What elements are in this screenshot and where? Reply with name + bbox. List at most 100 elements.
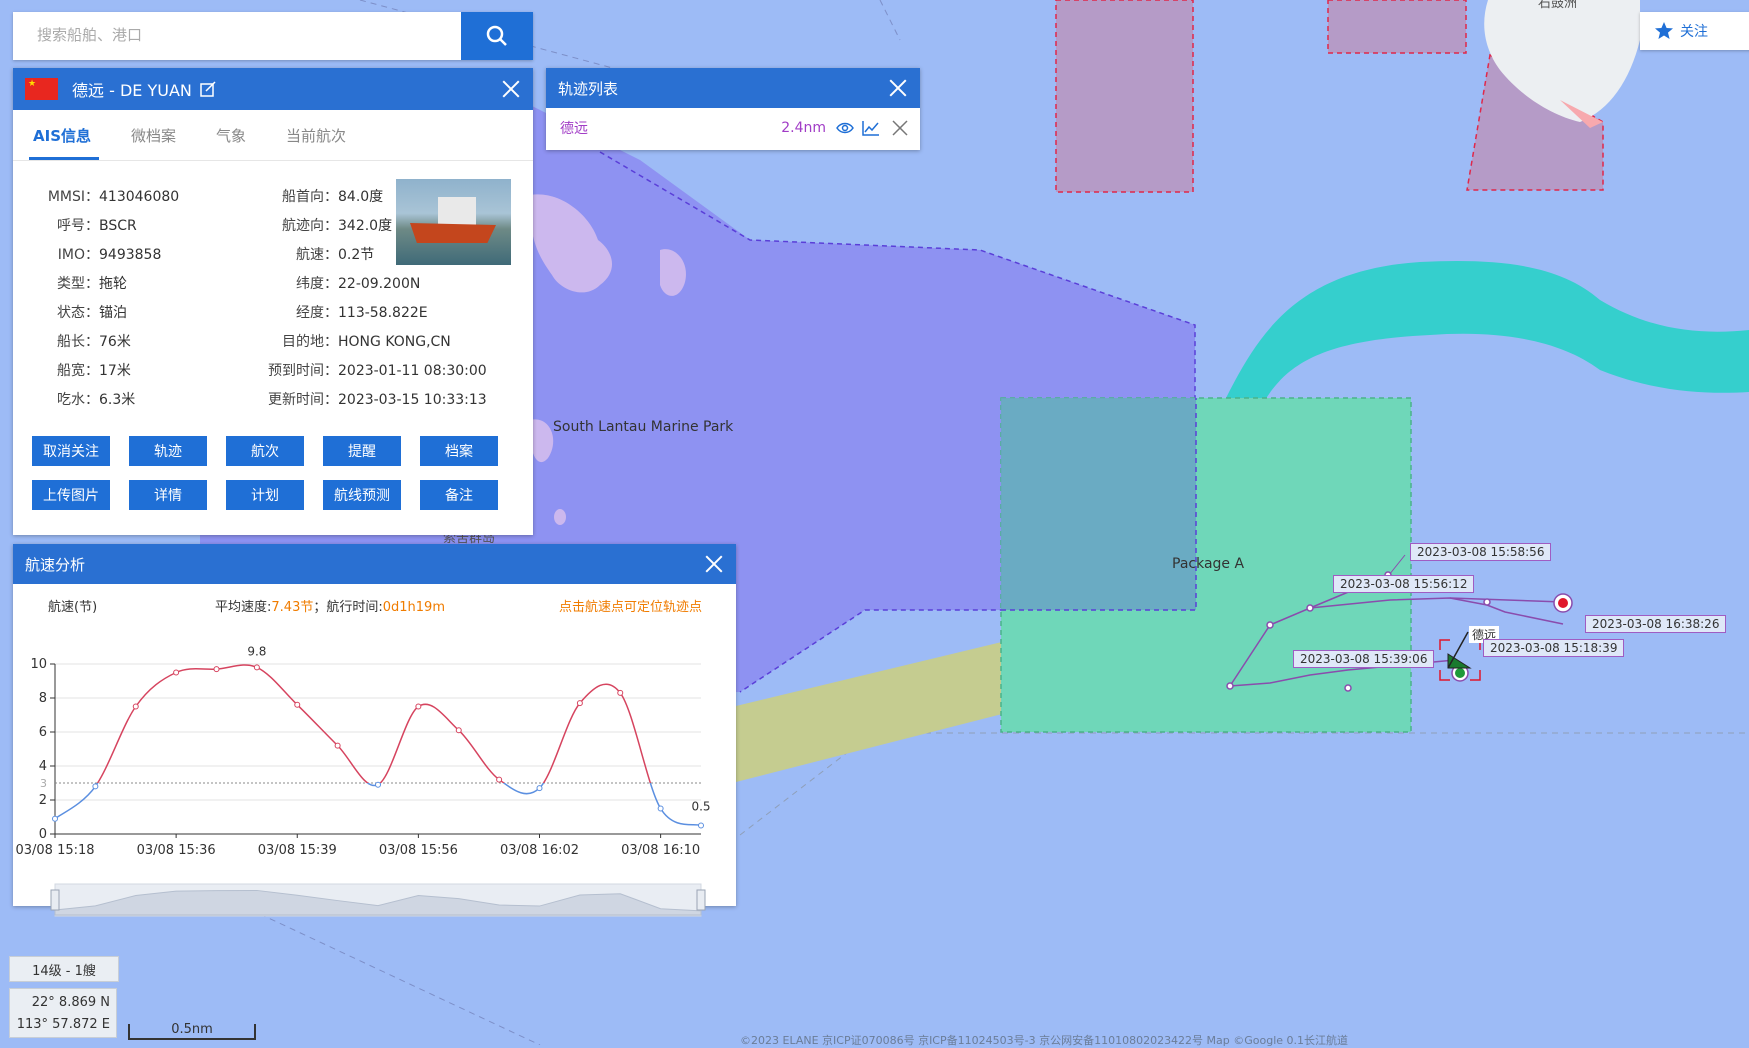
speed-point[interactable]: [576, 700, 583, 707]
heading-value: 84.0度: [338, 189, 384, 205]
field-label: 吃水：: [57, 392, 99, 408]
restricted-zone: [1327, 0, 1467, 54]
tab-ais-info[interactable]: AIS信息: [29, 110, 99, 160]
track-time-label[interactable]: 2023-03-08 16:38:26: [1585, 615, 1727, 633]
speed-chart[interactable]: 0 2 4 6 8 10 3 03/08 15:18 03/08 15:36 03/08 15:3…: [13, 624, 736, 946]
package-a-overlap: [1001, 398, 1196, 610]
speed-value: 0.2节: [338, 247, 375, 263]
speed-point[interactable]: [496, 776, 503, 783]
close-icon[interactable]: [888, 78, 908, 98]
speed-point[interactable]: [617, 689, 624, 696]
x-tick-label: 03/08 15:56: [379, 843, 458, 858]
route-prediction-button[interactable]: 航线预测: [323, 480, 401, 510]
mmsi-value: 413046080: [99, 189, 180, 205]
field-label: 经度：: [296, 305, 338, 321]
zoom-slider-handle[interactable]: [696, 889, 706, 911]
place-label-top: 石鼓洲: [1538, 0, 1578, 11]
speed-point[interactable]: [698, 822, 704, 829]
x-tick-label: 03/08 16:02: [500, 843, 579, 858]
track-time-label[interactable]: 2023-03-08 15:58:56: [1410, 543, 1552, 561]
speed-analysis-panel: 航速分析 航速(节) 平均速度:7.43节；航行时间:0d1h19m 点击航速点…: [13, 544, 736, 917]
chart-ylabel: 航速(节): [48, 600, 98, 615]
track-list-title: 轨迹列表: [558, 79, 619, 98]
speed-point[interactable]: [52, 815, 58, 822]
scale-bar: 0.5nm: [128, 1023, 256, 1040]
tab-weather[interactable]: 气象: [216, 110, 246, 160]
speed-point[interactable]: [294, 701, 301, 708]
length-value: 76米: [99, 334, 131, 350]
tab-micro-archive[interactable]: 微档案: [131, 110, 176, 160]
search-button[interactable]: [461, 12, 533, 60]
speed-point[interactable]: [173, 669, 180, 676]
beam-value: 17米: [99, 363, 131, 379]
field-label: 航速：: [296, 247, 338, 263]
ship-info-panel: 德远 - DE YUAN AIS信息 微档案 气象 当前航次 MMSI：4130…: [13, 68, 533, 535]
lat-value: 22-09.200N: [338, 276, 421, 292]
china-flag-icon: [25, 78, 58, 100]
speed-line: [96, 664, 652, 783]
field-label: 船宽：: [57, 363, 99, 379]
field-label: 航迹向：: [282, 218, 338, 234]
imo-value: 9493858: [99, 247, 162, 263]
upload-photo-button[interactable]: 上传图片: [32, 480, 110, 510]
close-icon[interactable]: [892, 120, 908, 136]
speed-point[interactable]: [253, 664, 260, 671]
eye-icon[interactable]: [836, 121, 854, 135]
zoom-slider-handle[interactable]: [50, 889, 60, 911]
speed-point[interactable]: [536, 785, 543, 792]
search-icon: [486, 25, 507, 46]
island: [554, 509, 566, 525]
summary-separator: ；: [313, 600, 327, 615]
ais-info: MMSI：413046080 呼号：BSCR IMO：9493858 类型：拖轮…: [13, 161, 533, 419]
speed-point[interactable]: [92, 783, 99, 790]
field-label: 类型：: [57, 276, 99, 292]
details-button[interactable]: 详情: [129, 480, 207, 510]
speed-point[interactable]: [657, 805, 664, 812]
lon-value: 113-58.822E: [338, 305, 428, 321]
edit-icon[interactable]: [200, 81, 216, 97]
follow-button[interactable]: 关注: [1640, 12, 1749, 50]
track-button[interactable]: 轨迹: [129, 436, 207, 466]
speed-point[interactable]: [415, 703, 422, 710]
speed-point[interactable]: [213, 666, 220, 673]
notes-button[interactable]: 备注: [420, 480, 498, 510]
track-time-label[interactable]: 2023-03-08 15:39:06: [1293, 650, 1435, 668]
close-icon[interactable]: [704, 554, 724, 574]
reminder-button[interactable]: 提醒: [323, 436, 401, 466]
end-value-label: 0.5: [691, 800, 710, 814]
course-value: 342.0度: [338, 218, 393, 234]
draft-value: 6.3米: [99, 392, 136, 408]
eta-value: 2023-01-11 08:30:00: [338, 363, 487, 379]
unfollow-button[interactable]: 取消关注: [32, 436, 110, 466]
close-icon[interactable]: [501, 79, 521, 99]
tab-current-voyage[interactable]: 当前航次: [286, 110, 346, 160]
speed-point[interactable]: [455, 727, 462, 734]
archive-button[interactable]: 档案: [420, 436, 498, 466]
field-label: 呼号：: [57, 218, 99, 234]
speed-point[interactable]: [132, 703, 139, 710]
speed-analysis-title: 航速分析: [25, 555, 86, 574]
track-list-panel: 轨迹列表 德远 2.4nm: [546, 68, 920, 150]
track-time-label[interactable]: 2023-03-08 15:56:12: [1333, 575, 1475, 593]
search-bar: [13, 12, 533, 60]
voyage-button[interactable]: 航次: [226, 436, 304, 466]
chart-hint: 点击航速点可定位轨迹点: [558, 600, 702, 615]
field-label: 预到时间：: [268, 363, 338, 379]
track-time-label[interactable]: 2023-03-08 15:18:39: [1483, 639, 1625, 657]
x-tick-label: 03/08 15:36: [137, 843, 216, 858]
track-ship-name: 德远: [560, 121, 588, 137]
ship-title: 德远 - DE YUAN: [72, 81, 192, 100]
ship-photo[interactable]: [396, 179, 511, 265]
field-label: 状态：: [57, 305, 99, 321]
speed-point[interactable]: [334, 742, 341, 749]
plan-button[interactable]: 计划: [226, 480, 304, 510]
chart-icon[interactable]: [862, 120, 880, 136]
follow-label: 关注: [1680, 24, 1708, 40]
track-list-item[interactable]: 德远 2.4nm: [546, 108, 920, 148]
field-label: 纬度：: [296, 276, 338, 292]
search-input[interactable]: [13, 12, 457, 58]
duration-value: 0d1h19m: [382, 600, 445, 615]
track-distance: 2.4nm: [781, 120, 826, 136]
coord-lon: 113° 57.872 E: [16, 1017, 110, 1032]
speed-point[interactable]: [375, 781, 381, 788]
